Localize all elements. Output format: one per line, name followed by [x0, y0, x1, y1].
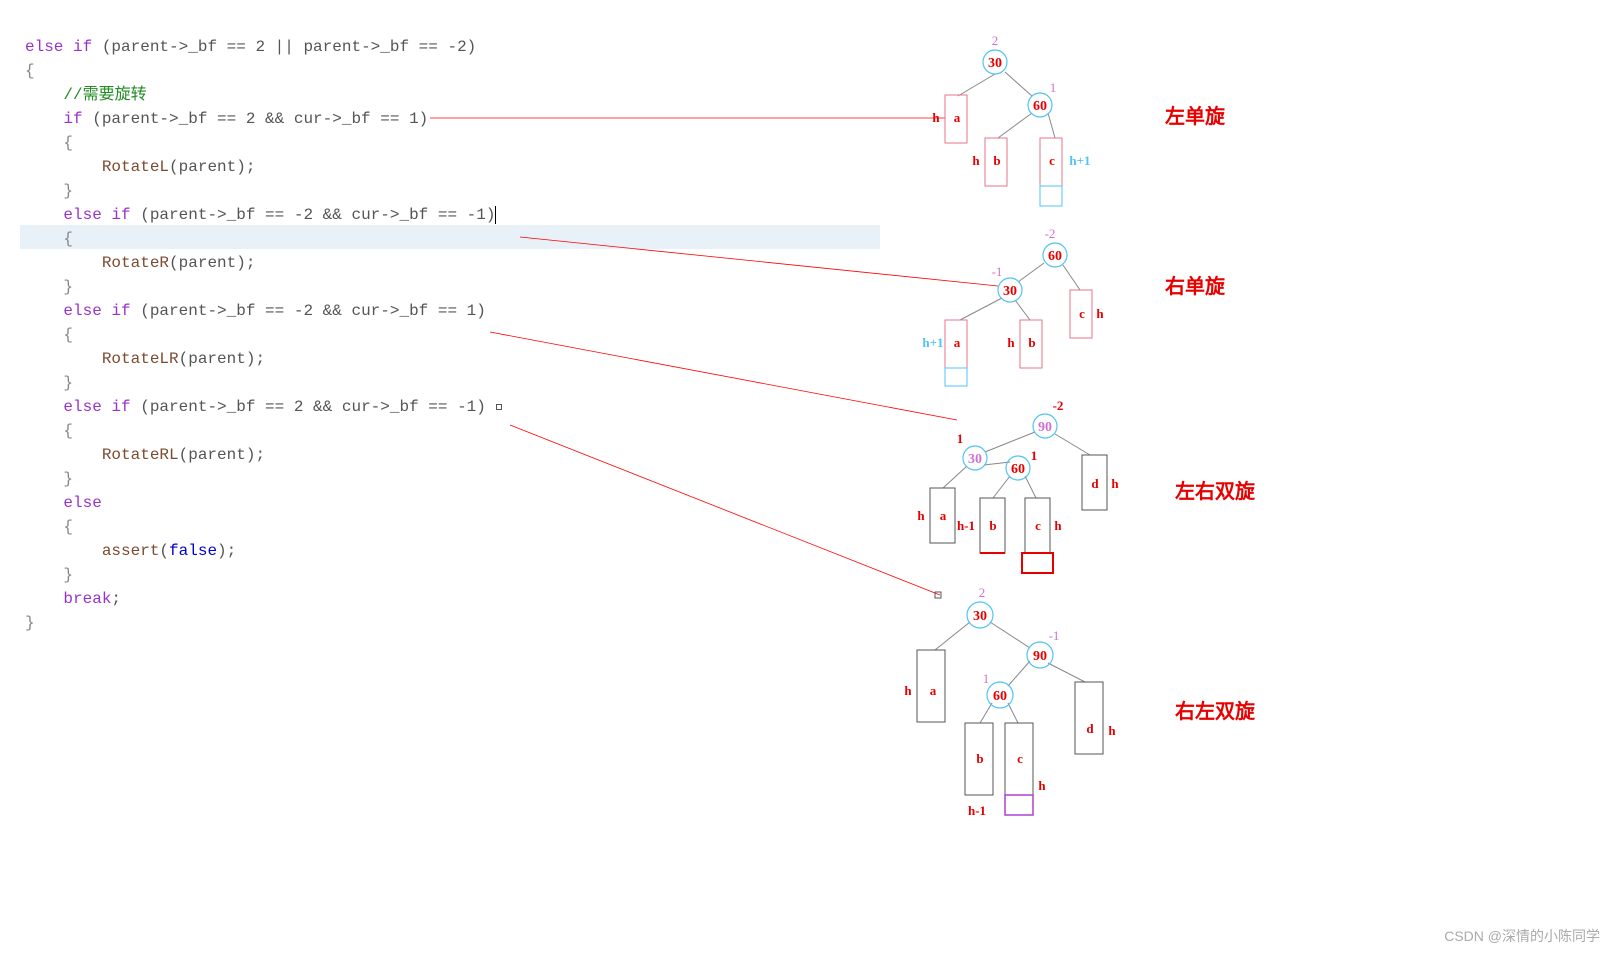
svg-text:h+1: h+1 [922, 335, 943, 350]
svg-text:30: 30 [1003, 284, 1017, 299]
svg-text:60: 60 [1048, 249, 1062, 264]
svg-text:-1: -1 [1049, 628, 1060, 643]
svg-text:b: b [1028, 335, 1035, 350]
svg-text:h: h [1096, 306, 1104, 321]
svg-text:d: d [1086, 721, 1094, 736]
svg-text:a: a [930, 683, 937, 698]
diagram-svg: 30 2 60 1 h a h b h+1 c 60 -2 30 -1 h+1 … [0, 0, 1620, 961]
svg-text:-2: -2 [1045, 226, 1056, 241]
svg-text:1: 1 [1031, 448, 1038, 463]
svg-text:1: 1 [983, 671, 990, 686]
svg-text:b: b [976, 751, 983, 766]
svg-text:h: h [1108, 723, 1116, 738]
tree-left-single: 30 2 60 1 h a h b h+1 c [932, 33, 1090, 206]
svg-text:h: h [932, 110, 940, 125]
svg-text:h: h [1054, 518, 1062, 533]
svg-text:d: d [1091, 476, 1099, 491]
label-right-single: 右单旋 [1165, 270, 1225, 299]
svg-text:c: c [1079, 306, 1085, 321]
svg-text:h-1: h-1 [968, 803, 986, 818]
svg-text:60: 60 [993, 689, 1007, 704]
svg-text:h-1: h-1 [957, 518, 975, 533]
svg-text:30: 30 [973, 609, 987, 624]
label-left-single: 左单旋 [1165, 100, 1225, 129]
svg-text:a: a [954, 335, 961, 350]
svg-text:30: 30 [988, 56, 1002, 71]
label-rl-double: 右左双旋 [1175, 695, 1255, 724]
svg-text:h+1: h+1 [1069, 153, 1090, 168]
svg-text:c: c [1017, 751, 1023, 766]
svg-text:-1: -1 [992, 264, 1003, 279]
svg-text:b: b [989, 518, 996, 533]
svg-text:h: h [917, 508, 925, 523]
svg-text:a: a [954, 110, 961, 125]
svg-text:1: 1 [1050, 80, 1057, 95]
tree-lr-double: 90 -2 30 1 60 1 h a h-1 b h c h d [917, 398, 1119, 573]
svg-text:c: c [1035, 518, 1041, 533]
svg-text:2: 2 [992, 33, 999, 48]
svg-text:2: 2 [979, 585, 986, 600]
svg-text:60: 60 [1033, 99, 1047, 114]
svg-text:30: 30 [968, 452, 982, 467]
svg-text:a: a [940, 508, 947, 523]
svg-text:b: b [993, 153, 1000, 168]
svg-text:60: 60 [1011, 462, 1025, 477]
svg-text:h: h [1111, 476, 1119, 491]
svg-text:-2: -2 [1053, 398, 1064, 413]
svg-text:c: c [1049, 153, 1055, 168]
label-lr-double: 左右双旋 [1175, 475, 1255, 504]
svg-text:90: 90 [1033, 649, 1047, 664]
svg-text:h: h [972, 153, 980, 168]
tree-rl-double: 30 2 90 -1 60 1 h a h-1 b h c h d [904, 585, 1116, 818]
svg-text:h: h [1038, 778, 1046, 793]
svg-text:h: h [904, 683, 912, 698]
svg-text:90: 90 [1038, 420, 1052, 435]
svg-text:h: h [1007, 335, 1015, 350]
tree-right-single: 60 -2 30 -1 h+1 a h b h c [922, 226, 1104, 386]
watermark: CSDN @深情的小陈同学 [1444, 926, 1600, 946]
svg-text:1: 1 [957, 431, 964, 446]
